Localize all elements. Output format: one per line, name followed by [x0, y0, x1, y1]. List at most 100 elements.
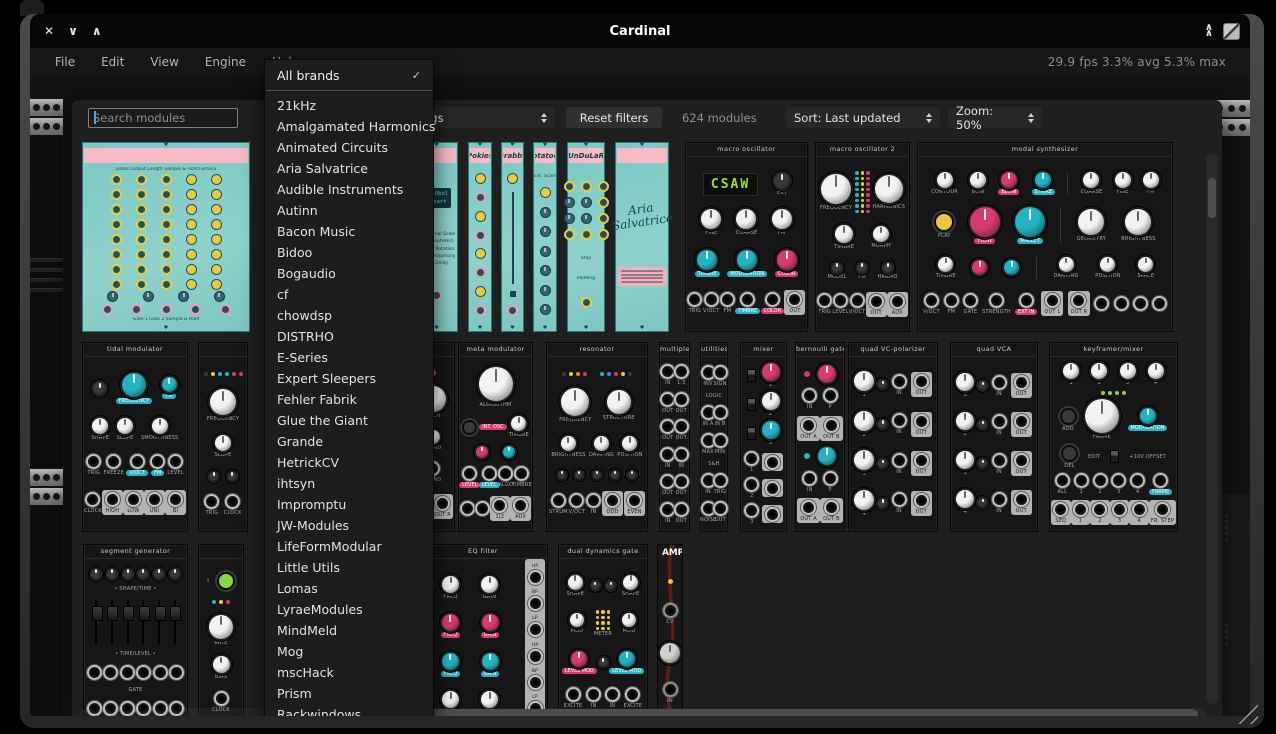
module-quad-vca[interactable]: quad VCA1INOUT2INOUT3INOUT4INOUT — [950, 342, 1038, 532]
slider[interactable] — [123, 600, 132, 644]
module-utilities[interactable]: utilitiesINVSIGNLOGICIN AIN BMAXMINS&HIN… — [700, 342, 728, 532]
brand-menu-item[interactable]: Expert Sleepers — [265, 368, 433, 389]
slider-handle[interactable] — [92, 606, 103, 621]
module-multiples[interactable]: multiplesIN1:3OUTOUTOUTOUTININOUTOUTINOU… — [659, 342, 690, 532]
slider[interactable] — [139, 600, 148, 644]
chevron-down-icon[interactable]: ∨ — [68, 25, 78, 37]
module-module[interactable]: FREQUENCYSLOPETRIGCLOCK — [198, 342, 248, 532]
module-resonator[interactable]: resonatorFREQUENCYSTRUCTUREBRIGHTNESSDAM… — [546, 342, 648, 532]
widget-label: 3 — [1126, 380, 1129, 386]
host-icon[interactable] — [1223, 23, 1240, 40]
sort-select[interactable]: Sort: Last updated — [786, 107, 940, 128]
module-segment-generator[interactable]: segment generator• SHAPE/TIME •• TIME/LE… — [83, 544, 188, 716]
slider-handle[interactable] — [155, 606, 166, 621]
module-macro-oscillator-2[interactable]: macro oscillator 2FREQUENCYHARMONICSTIMB… — [815, 142, 910, 332]
widget-label: OUT — [662, 435, 673, 441]
vertical-scrollbar-thumb[interactable] — [1208, 178, 1216, 218]
switch[interactable] — [747, 369, 756, 382]
module-grabby[interactable]: ♥Grabby♥ — [501, 142, 524, 332]
fader-handle[interactable] — [510, 291, 516, 297]
switch[interactable] — [747, 427, 756, 440]
brand-menu-item[interactable]: Fehler Fabrik — [265, 389, 433, 410]
knob-tick — [574, 390, 576, 401]
collapse-all-icon[interactable]: ∧∧ — [1205, 25, 1213, 37]
module-rotatoes[interactable]: ♥RotatoesExt. Scale♥ — [533, 142, 557, 332]
module-eq-filter[interactable]: EQ filterFREQGAINFREQGAINFREQGAINHPBPLPH… — [418, 544, 548, 716]
brand-menu-item[interactable]: DISTRHO — [265, 326, 433, 347]
zoom-select[interactable]: Zoom: 50% — [948, 107, 1042, 128]
slider[interactable] — [170, 600, 179, 644]
brand-menu-item[interactable]: Bacon Music — [265, 221, 433, 242]
module-bernoulli-gate[interactable]: bernoulli gateINPOUT AOUT BINPOUT AOUT B — [795, 342, 845, 532]
module-pokies[interactable]: ♥Pokies♥ — [468, 142, 492, 332]
brand-menu-selected[interactable]: All brands ✓ — [265, 64, 433, 86]
slider-handle[interactable] — [139, 606, 150, 621]
module-module[interactable]: tRATEBIASCLOCK — [198, 544, 244, 716]
module-keyframer-mixer[interactable]: keyframer/mixer1234ADDFRAMEMODULATIONDEL… — [1049, 342, 1178, 532]
brand-menu-item[interactable]: 21kHz — [265, 95, 433, 116]
slider[interactable] — [155, 600, 164, 644]
brand-menu-item[interactable]: ihtsyn — [265, 473, 433, 494]
switch[interactable] — [1110, 450, 1119, 463]
widget-row: ININ — [661, 447, 688, 469]
menu-engine[interactable]: Engine — [192, 55, 259, 69]
slider[interactable] — [107, 600, 116, 644]
menu-view[interactable]: View — [137, 55, 191, 69]
brand-menu-item[interactable]: Impromptu — [265, 494, 433, 515]
brand-menu-item[interactable]: Rackwindows — [265, 704, 433, 716]
module-module[interactable]: ♥AriaSalvatrice♥ — [615, 142, 669, 332]
horizontal-scrollbar[interactable] — [80, 708, 1206, 716]
brand-menu-item[interactable]: cf — [265, 284, 433, 305]
close-icon[interactable]: ✕ — [44, 25, 54, 37]
menu-file[interactable]: File — [30, 55, 88, 69]
brand-menu-item[interactable]: HetrickCV — [265, 452, 433, 473]
module-tidal-modulator[interactable]: tidal modulatorFREQUENCYFMSHAPESLOPESMOO… — [82, 342, 188, 532]
module-quad-vc-polarizer[interactable]: quad VC-polarizer1INOUT2INOUT3INOUT4INOU… — [848, 342, 938, 532]
module-module[interactable]: ♥Gates Output Length Sample & Hold Fortu… — [82, 142, 250, 332]
port: 1 — [1074, 473, 1089, 495]
brand-menu-item[interactable]: mscHack — [265, 662, 433, 683]
module-undular[interactable]: ♥UnDuLaRStepPadding♥ — [567, 142, 605, 332]
slider-handle[interactable] — [123, 606, 134, 621]
brand-menu-item[interactable]: Lomas — [265, 578, 433, 599]
horizontal-scrollbar-thumb[interactable] — [430, 709, 1198, 716]
reset-filters-button[interactable]: Reset filters — [566, 107, 662, 128]
brand-menu-item[interactable]: Amalgamated Harmonics — [265, 116, 433, 137]
brand-menu-item[interactable]: Animated Circuits — [265, 137, 433, 158]
knob: FM — [162, 377, 177, 399]
brand-menu-item[interactable]: LyraeModules — [265, 599, 433, 620]
widget-label: TRIG — [818, 309, 831, 315]
brand-menu-item[interactable]: Audible Instruments — [265, 179, 433, 200]
brand-menu-item[interactable]: Glue the Giant — [265, 410, 433, 431]
module-dual-dynamics-gate[interactable]: dual dynamics gateSHAPESHAPEMODMETERMODL… — [558, 544, 648, 716]
menu-edit[interactable]: Edit — [88, 55, 137, 69]
brand-menu-item[interactable]: LifeFormModular — [265, 536, 433, 557]
brand-menu-item[interactable]: Bogaudio — [265, 263, 433, 284]
module-macro-oscillator[interactable]: macro oscillatorCSAWEXTFINECOARSEFMTIMBR… — [685, 142, 808, 332]
slider-handle[interactable] — [170, 606, 181, 621]
module-meta-modulator[interactable]: meta modulatorALGORITHMINT. OSCTIMBRELEV… — [458, 342, 533, 532]
brand-menu-item[interactable]: Little Utils — [265, 557, 433, 578]
brand-menu-item[interactable]: JW-Modules — [265, 515, 433, 536]
widget-label: OUT — [916, 509, 927, 515]
brand-menu-item[interactable]: chowdsp — [265, 305, 433, 326]
module-mixer[interactable]: mixer123123 — [740, 342, 787, 532]
module-modal-synthesizer[interactable]: modal synthesizerCONTOURBOWBLOWSTRIKECOA… — [917, 142, 1173, 332]
brand-menu-item[interactable]: Autinn — [265, 200, 433, 221]
brand-menu-item[interactable]: E-Series — [265, 347, 433, 368]
slider[interactable] — [92, 600, 101, 644]
brand-menu-item[interactable]: Aria Salvatrice — [265, 158, 433, 179]
brand-menu-item[interactable]: Prism — [265, 683, 433, 704]
brand-menu-item[interactable]: Grande — [265, 431, 433, 452]
switch[interactable] — [747, 398, 756, 411]
vertical-scrollbar[interactable] — [1206, 154, 1218, 704]
widget-label: IN A — [702, 421, 713, 427]
search-input[interactable] — [88, 108, 238, 128]
brand-menu-item[interactable]: Mog — [265, 641, 433, 662]
slider-handle[interactable] — [107, 606, 118, 621]
brand-menu-item[interactable]: MindMeld — [265, 620, 433, 641]
brand-menu-item[interactable]: Bidoo — [265, 242, 433, 263]
module-amp[interactable]: AMPCVIN — [657, 544, 683, 716]
chevron-up-icon[interactable]: ∧ — [92, 25, 102, 37]
port: CLOCK — [84, 492, 102, 514]
